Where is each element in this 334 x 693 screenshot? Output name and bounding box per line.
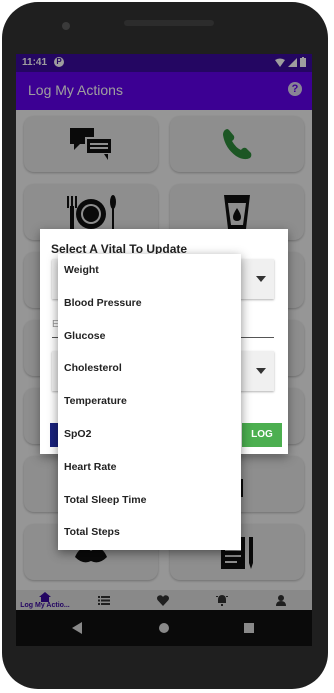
dropdown-option-heart-rate[interactable]: Heart Rate	[58, 451, 241, 484]
dropdown-option-spo2[interactable]: SpO2	[58, 418, 241, 451]
screen: 11:41 P Log My Actions ? Log My Actio...…	[16, 54, 312, 646]
dropdown-option-cholesterol[interactable]: Cholesterol	[58, 352, 241, 385]
dropdown-option-glucose[interactable]: Glucose	[58, 320, 241, 353]
speaker	[124, 20, 214, 26]
vital-dropdown-list: Weight Blood Pressure Glucose Cholestero…	[58, 254, 241, 550]
chevron-down-icon	[256, 368, 266, 374]
dropdown-option-total-steps[interactable]: Total Steps	[58, 516, 241, 549]
dropdown-option-temperature[interactable]: Temperature	[58, 385, 241, 418]
log-button[interactable]: LOG	[242, 423, 282, 447]
dropdown-option-total-sleep-time[interactable]: Total Sleep Time	[58, 484, 241, 517]
dropdown-option-weight[interactable]: Weight	[58, 254, 241, 287]
camera	[62, 22, 70, 30]
device-frame: 11:41 P Log My Actions ? Log My Actio...…	[2, 2, 328, 689]
dropdown-option-blood-pressure[interactable]: Blood Pressure	[58, 287, 241, 320]
chevron-down-icon	[256, 276, 266, 282]
